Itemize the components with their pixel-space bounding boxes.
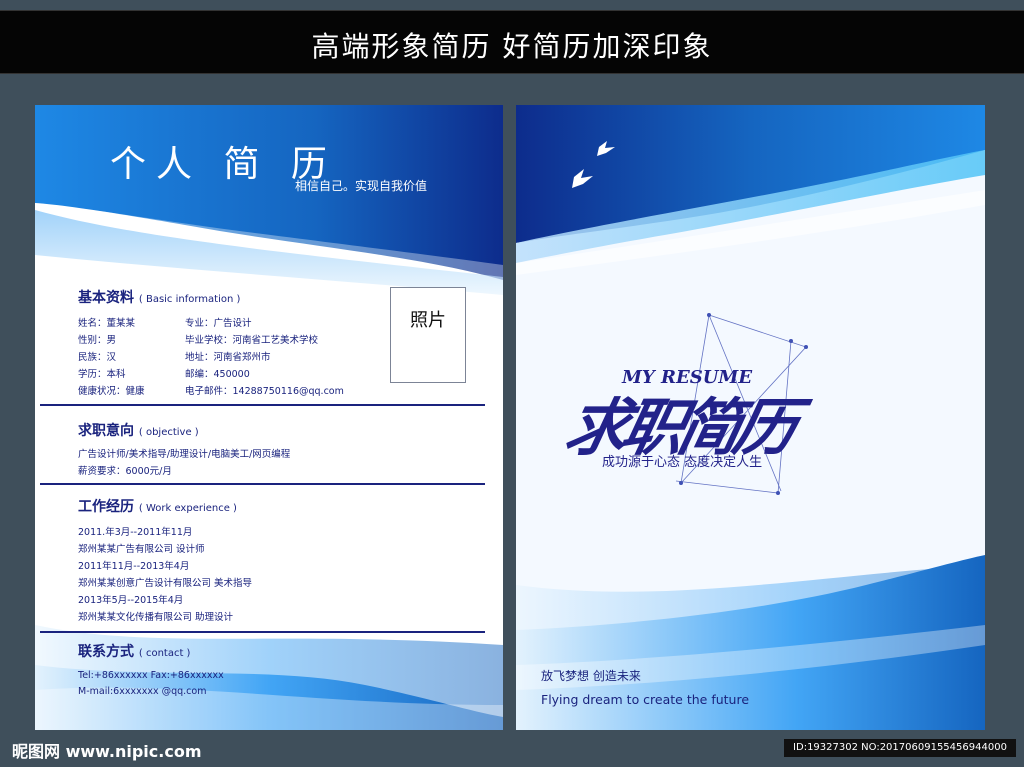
objective-heading: 求职意向 ( objective ) bbox=[78, 420, 199, 440]
basic-field: 毕业学校：河南省工艺美术学校 bbox=[185, 335, 319, 346]
basic-field: 邮编：450000 bbox=[185, 369, 250, 380]
basic-info-heading-en: ( Basic information ) bbox=[138, 294, 241, 305]
basic-field: 电子邮件：14288750116@qq.com bbox=[185, 386, 344, 397]
basic-field: 民族：汉 bbox=[78, 352, 117, 363]
contact-line: M-mail:6xxxxxxx @qq.com bbox=[78, 686, 207, 697]
banner-title: 高端形象简历 好简历加深印象 bbox=[311, 30, 713, 63]
section-divider bbox=[40, 404, 485, 406]
basic-field: 性别：男 bbox=[78, 335, 117, 346]
contact-heading: 联系方式 ( contact ) bbox=[78, 641, 190, 661]
section-divider bbox=[40, 631, 485, 633]
photo-placeholder: 照片 bbox=[390, 287, 466, 383]
experience-line: 2011年11月--2013年4月 bbox=[78, 561, 190, 572]
experience-line: 2013年5月--2015年4月 bbox=[78, 595, 184, 606]
cover-footer-cn: 放飞梦想 创造未来 bbox=[541, 669, 641, 683]
site-watermark: 昵图网 www.nipic.com bbox=[12, 742, 202, 761]
left-page-wave-background bbox=[35, 105, 503, 730]
basic-field: 学历：本科 bbox=[78, 369, 126, 380]
resume-cover-page: MY RESUME 求职简历 成功源于心态 态度决定人生 放飞梦想 创造未来 F… bbox=[516, 105, 985, 730]
basic-field: 专业：广告设计 bbox=[185, 318, 252, 329]
basic-field: 健康状况：健康 bbox=[78, 386, 145, 397]
resume-page-left: 个人 简 历 相信自己。实现自我价值 照片 基本资料 ( Basic infor… bbox=[35, 105, 503, 730]
top-banner: 高端形象简历 好简历加深印象 bbox=[0, 10, 1024, 74]
basic-field: 姓名：董某某 bbox=[78, 318, 136, 329]
objective-line: 广告设计师/美术指导/助理设计/电脑美工/网页编程 bbox=[78, 449, 291, 460]
basic-info-heading-cn: 基本资料 bbox=[78, 290, 134, 306]
objective-line: 薪资要求：6000元/月 bbox=[78, 466, 172, 477]
experience-line: 郑州某某广告有限公司 设计师 bbox=[78, 544, 205, 555]
experience-line: 郑州某某文化传播有限公司 助理设计 bbox=[78, 612, 234, 623]
experience-line: 郑州某某创意广告设计有限公司 美术指导 bbox=[78, 578, 253, 589]
contact-heading-en: ( contact ) bbox=[138, 648, 191, 659]
cover-slogan: 成功源于心态 态度决定人生 bbox=[602, 455, 763, 470]
objective-heading-cn: 求职意向 bbox=[78, 423, 134, 439]
resume-subtitle: 相信自己。实现自我价值 bbox=[295, 179, 428, 193]
experience-heading-cn: 工作经历 bbox=[78, 499, 134, 515]
section-divider bbox=[40, 483, 485, 485]
cover-footer-en: Flying dream to create the future bbox=[541, 692, 750, 707]
basic-field: 地址：河南省郑州市 bbox=[185, 352, 271, 363]
basic-info-heading: 基本资料 ( Basic information ) bbox=[78, 287, 240, 307]
image-id-watermark: ID:19327302 NO:20170609155456944000 bbox=[784, 739, 1016, 757]
photo-label: 照片 bbox=[410, 310, 446, 331]
experience-heading-en: ( Work experience ) bbox=[138, 503, 237, 514]
contact-line: Tel:+86xxxxxx Fax:+86xxxxxx bbox=[78, 670, 224, 681]
objective-heading-en: ( objective ) bbox=[138, 427, 199, 438]
experience-heading: 工作经历 ( Work experience ) bbox=[78, 496, 237, 516]
experience-line: 2011.年3月--2011年11月 bbox=[78, 527, 193, 538]
contact-heading-cn: 联系方式 bbox=[78, 644, 134, 660]
